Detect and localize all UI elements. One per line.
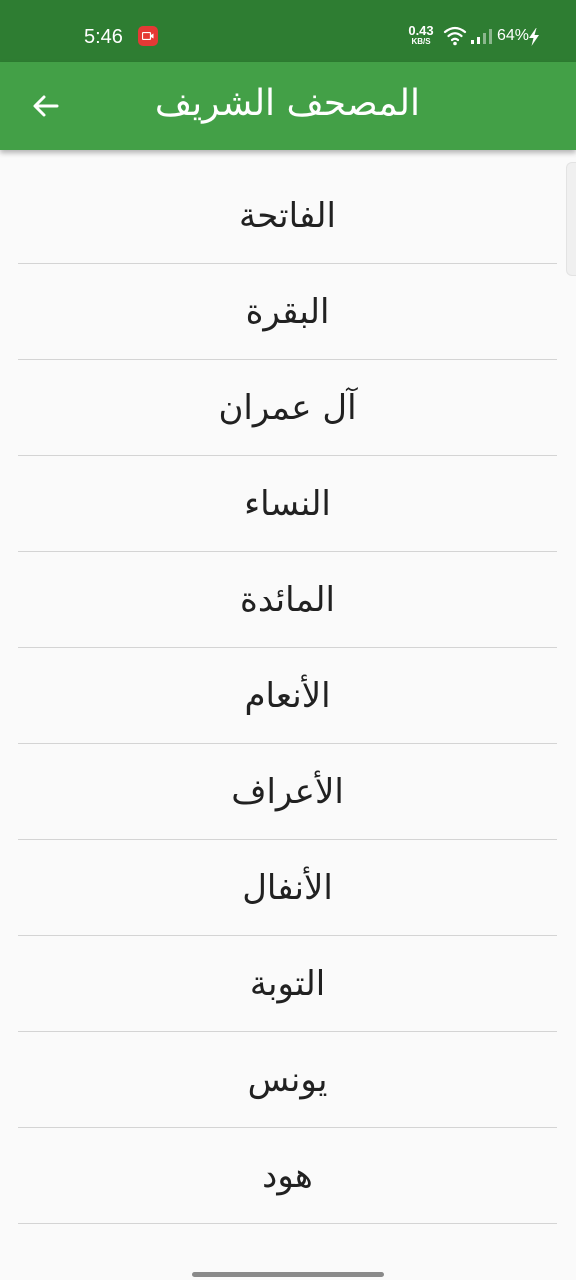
list-item[interactable]: النساء	[18, 456, 557, 552]
surah-name: المائدة	[240, 579, 335, 620]
list-item[interactable]: الأنعام	[18, 648, 557, 744]
list-item[interactable]: التوبة	[18, 936, 557, 1032]
network-speed-unit: KB/S	[411, 37, 431, 46]
surah-list[interactable]: الفاتحة البقرة آل عمران النساء المائدة ا…	[0, 150, 576, 1280]
screen-record-icon	[138, 26, 158, 46]
status-time: 5:46	[84, 26, 123, 48]
surah-name: يونس	[247, 1059, 328, 1100]
surah-name: التوبة	[249, 963, 326, 1004]
app-bar: المصحف الشريف	[0, 62, 576, 150]
back-button[interactable]	[24, 84, 68, 128]
charging-bolt-icon	[528, 28, 540, 50]
scrollbar-thumb[interactable]	[566, 162, 576, 276]
surah-name: الفاتحة	[238, 195, 336, 236]
status-bar: 5:46 0.43 KB/S 64%	[0, 0, 576, 62]
network-speed: 0.43 KB/S	[406, 24, 436, 47]
network-speed-value: 0.43	[408, 23, 434, 38]
list-item[interactable]: الأنفال	[18, 840, 557, 936]
battery-level: 64%	[497, 27, 530, 44]
list-item[interactable]: الأعراف	[18, 744, 557, 840]
surah-name: البقرة	[245, 291, 330, 332]
home-indicator[interactable]	[192, 1272, 384, 1277]
page-title: المصحف الشريف	[154, 83, 420, 124]
surah-name: النساء	[244, 483, 331, 524]
arrow-back-icon	[33, 95, 59, 117]
surah-name: الأنعام	[244, 675, 331, 716]
list-item[interactable]: المائدة	[18, 552, 557, 648]
list-item[interactable]: يونس	[18, 1032, 557, 1128]
surah-name: هود	[262, 1155, 313, 1196]
surah-name: الأعراف	[231, 771, 344, 812]
list-item[interactable]: الفاتحة	[18, 168, 557, 264]
wifi-icon	[443, 26, 467, 50]
surah-name: آل عمران	[218, 387, 357, 428]
list-item[interactable]: آل عمران	[18, 360, 557, 456]
list-item[interactable]: هود	[18, 1128, 557, 1224]
list-item[interactable]: البقرة	[18, 264, 557, 360]
signal-icon	[470, 28, 492, 48]
surah-name: الأنفال	[242, 867, 333, 908]
